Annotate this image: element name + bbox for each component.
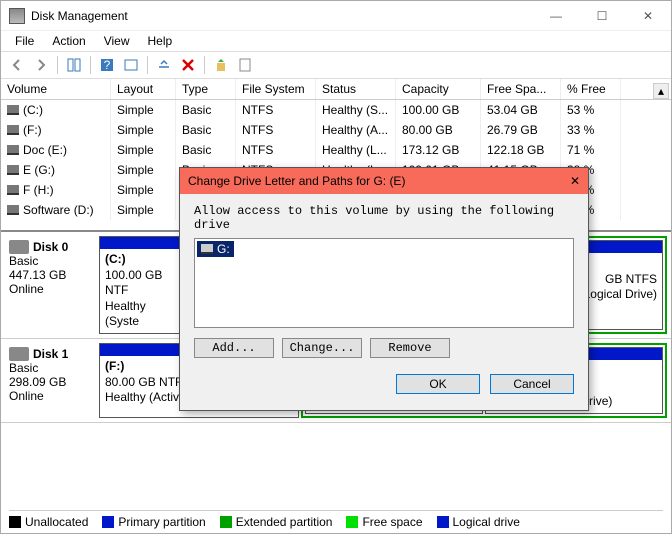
partition[interactable]: (C:)100.00 GB NTFHealthy (Syste <box>99 236 181 334</box>
drive-icon <box>201 244 213 254</box>
toolbar: ? <box>1 51 671 79</box>
drive-icon <box>7 165 19 175</box>
col-type[interactable]: Type <box>176 79 236 99</box>
menu-view[interactable]: View <box>96 32 138 50</box>
col-capacity[interactable]: Capacity <box>396 79 481 99</box>
col-freespace[interactable]: Free Spa... <box>481 79 561 99</box>
legend: Unallocated Primary partition Extended p… <box>9 510 663 529</box>
drive-letter-listbox[interactable]: G: <box>194 238 574 328</box>
svg-text:?: ? <box>104 58 111 72</box>
col-status[interactable]: Status <box>316 79 396 99</box>
legend-swatch <box>220 516 232 528</box>
window-title: Disk Management <box>31 9 533 23</box>
col-filesystem[interactable]: File System <box>236 79 316 99</box>
change-button[interactable]: Change... <box>282 338 362 358</box>
disk-label[interactable]: Disk 1 Basic 298.09 GB Online <box>5 343 95 418</box>
drive-icon <box>7 145 19 155</box>
menu-action[interactable]: Action <box>44 32 93 50</box>
drive-icon <box>7 125 19 135</box>
properties-icon[interactable] <box>235 55 255 75</box>
dialog-titlebar[interactable]: Change Drive Letter and Paths for G: (E)… <box>180 168 588 194</box>
volume-row[interactable]: (F:)SimpleBasicNTFSHealthy (A...80.00 GB… <box>1 120 671 140</box>
dialog-message: Allow access to this volume by using the… <box>194 204 574 232</box>
close-icon[interactable]: ✕ <box>570 174 580 188</box>
show-hide-icon[interactable] <box>64 55 84 75</box>
remove-button[interactable]: Remove <box>370 338 450 358</box>
scroll-up-icon[interactable]: ▴ <box>653 83 669 99</box>
settings-icon[interactable] <box>121 55 141 75</box>
ok-button[interactable]: OK <box>396 374 480 394</box>
menubar: File Action View Help <box>1 31 671 51</box>
legend-swatch <box>437 516 449 528</box>
list-item[interactable]: G: <box>197 241 234 257</box>
back-icon[interactable] <box>7 55 27 75</box>
delete-icon[interactable] <box>178 55 198 75</box>
disk-icon <box>9 240 29 254</box>
legend-swatch <box>102 516 114 528</box>
help-icon[interactable]: ? <box>97 55 117 75</box>
volume-grid-header: Volume Layout Type File System Status Ca… <box>1 79 671 100</box>
partition-header <box>100 237 180 249</box>
menu-help[interactable]: Help <box>140 32 181 50</box>
disk-icon <box>9 347 29 361</box>
minimize-button[interactable]: — <box>533 1 579 31</box>
forward-icon[interactable] <box>31 55 51 75</box>
titlebar: Disk Management — ☐ ✕ <box>1 1 671 31</box>
drive-icon <box>7 185 19 195</box>
volume-row[interactable]: Doc (E:)SimpleBasicNTFSHealthy (L...173.… <box>1 140 671 160</box>
up-icon[interactable] <box>211 55 231 75</box>
drive-icon <box>7 105 19 115</box>
col-layout[interactable]: Layout <box>111 79 176 99</box>
col-volume[interactable]: Volume <box>1 79 111 99</box>
eject-icon[interactable] <box>154 55 174 75</box>
close-button[interactable]: ✕ <box>625 1 671 31</box>
dialog-title: Change Drive Letter and Paths for G: (E) <box>188 174 570 188</box>
col-pctfree[interactable]: % Free <box>561 79 621 99</box>
volume-row[interactable]: (C:)SimpleBasicNTFSHealthy (S...100.00 G… <box>1 100 671 120</box>
cancel-button[interactable]: Cancel <box>490 374 574 394</box>
app-icon <box>9 8 25 24</box>
legend-swatch <box>9 516 21 528</box>
menu-file[interactable]: File <box>7 32 42 50</box>
legend-swatch <box>346 516 358 528</box>
drive-icon <box>7 205 19 215</box>
add-button[interactable]: Add... <box>194 338 274 358</box>
maximize-button[interactable]: ☐ <box>579 1 625 31</box>
change-drive-letter-dialog: Change Drive Letter and Paths for G: (E)… <box>179 167 589 411</box>
disk-label[interactable]: Disk 0 Basic 447.13 GB Online <box>5 236 95 334</box>
